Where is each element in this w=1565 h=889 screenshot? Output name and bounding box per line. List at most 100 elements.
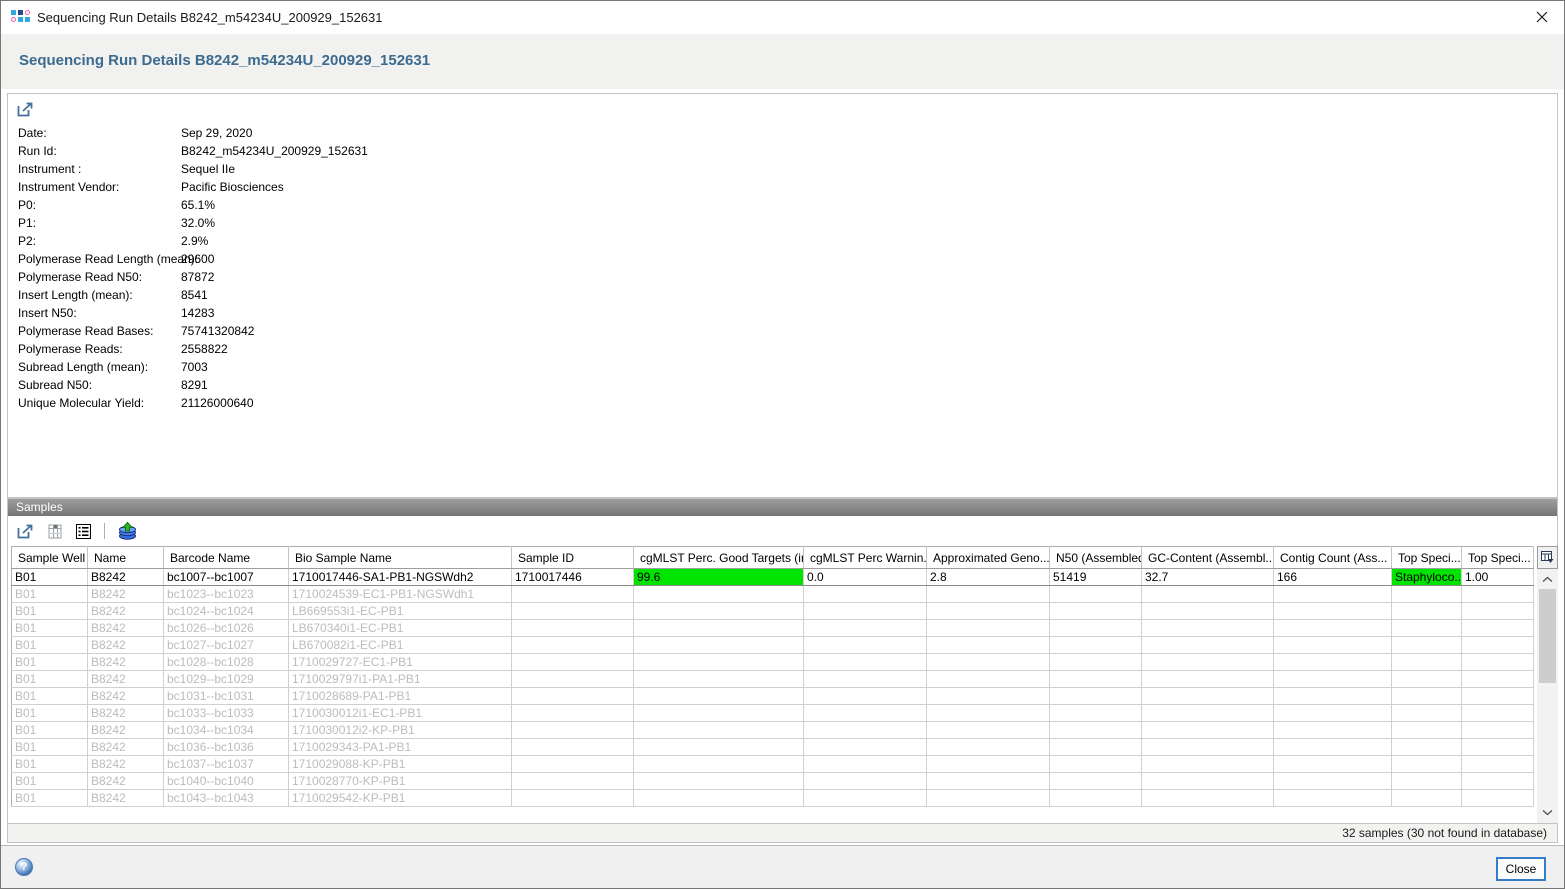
detail-field-value: 2558822 — [181, 342, 228, 356]
sample-cell: 1710029797i1-PA1-PB1 — [289, 671, 512, 688]
sample-cell — [1462, 586, 1534, 603]
sample-row[interactable]: B01B8242bc1040--bc10401710028770-KP-PB1 — [12, 773, 1534, 790]
sample-cell — [1142, 620, 1274, 637]
scrollbar-thumb[interactable] — [1539, 589, 1556, 683]
sample-cell: 1710029727-EC1-PB1 — [289, 654, 512, 671]
import-to-database-icon[interactable] — [115, 519, 140, 543]
sample-cell: B01 — [12, 773, 88, 790]
sample-cell — [1462, 739, 1534, 756]
scroll-down-icon[interactable] — [1537, 804, 1558, 821]
column-header[interactable]: Top Speci... — [1462, 547, 1534, 569]
column-header[interactable]: Bio Sample Name — [289, 547, 512, 569]
sample-cell — [634, 773, 804, 790]
sample-cell: bc1033--bc1033 — [164, 705, 289, 722]
column-header[interactable]: Sample ID — [512, 547, 634, 569]
show-row-details-icon[interactable] — [73, 521, 94, 542]
sample-cell: B8242 — [88, 705, 164, 722]
column-header[interactable]: Sample Well — [12, 547, 88, 569]
sample-cell — [1392, 705, 1462, 722]
sample-row[interactable]: B01B8242bc1033--bc10331710030012i1-EC1-P… — [12, 705, 1534, 722]
sample-row[interactable]: B01B8242bc1026--bc1026LB670340i1-EC-PB1 — [12, 620, 1534, 637]
column-config-button[interactable] — [1537, 546, 1558, 569]
sample-cell: 51419 — [1050, 569, 1142, 586]
detail-field-value: 29600 — [181, 252, 214, 266]
sample-cell — [1462, 756, 1534, 773]
sample-row[interactable]: B01B8242bc1024--bc1024LB669553i1-EC-PB1 — [12, 603, 1534, 620]
column-header[interactable]: Name — [88, 547, 164, 569]
sample-cell — [634, 705, 804, 722]
sample-cell — [804, 586, 927, 603]
column-header[interactable]: cgMLST Perc Warnin... — [804, 547, 927, 569]
sample-cell: bc1023--bc1023 — [164, 586, 289, 603]
sample-cell — [1462, 654, 1534, 671]
sample-row[interactable]: B01B8242bc1029--bc10291710029797i1-PA1-P… — [12, 671, 1534, 688]
sample-cell — [804, 637, 927, 654]
column-header[interactable]: Approximated Geno... — [927, 547, 1050, 569]
sample-row[interactable]: B01B8242bc1007--bc10071710017446-SA1-PB1… — [12, 569, 1534, 586]
column-header[interactable]: Contig Count (Ass... — [1274, 547, 1392, 569]
column-header[interactable]: GC-Content (Assembl... — [1142, 547, 1274, 569]
detail-field-value: 2.9% — [181, 234, 208, 248]
window-close-icon[interactable] — [1534, 9, 1550, 25]
sample-row[interactable]: B01B8242bc1036--bc10361710029343-PA1-PB1 — [12, 739, 1534, 756]
sample-cell — [1392, 671, 1462, 688]
sample-cell: 1710029343-PA1-PB1 — [289, 739, 512, 756]
sample-row[interactable]: B01B8242bc1043--bc10431710029542-KP-PB1 — [12, 790, 1534, 807]
detail-field-label: Insert N50: — [18, 306, 181, 320]
sample-row[interactable]: B01B8242bc1034--bc10341710030012i2-KP-PB… — [12, 722, 1534, 739]
sample-cell — [512, 654, 634, 671]
sample-cell — [1050, 705, 1142, 722]
column-header[interactable]: cgMLST Perc. Good Targets (in... — [634, 547, 804, 569]
sample-cell — [927, 790, 1050, 807]
sample-cell — [927, 637, 1050, 654]
sample-cell — [1274, 603, 1392, 620]
sample-row[interactable]: B01B8242bc1027--bc1027LB670082i1-EC-PB1 — [12, 637, 1534, 654]
sample-cell: 1.00 — [1462, 569, 1534, 586]
sample-cell: B01 — [12, 586, 88, 603]
column-header[interactable]: Top Speci... — [1392, 547, 1462, 569]
sample-cell — [1142, 705, 1274, 722]
sample-cell — [804, 654, 927, 671]
close-button[interactable]: Close — [1496, 857, 1546, 881]
sample-cell: B8242 — [88, 569, 164, 586]
sample-cell — [1392, 773, 1462, 790]
help-icon[interactable]: ? — [15, 858, 33, 876]
sample-row[interactable]: B01B8242bc1031--bc10311710028689-PA1-PB1 — [12, 688, 1534, 705]
detail-field-label: Polymerase Read Length (mean): — [18, 252, 181, 266]
sample-cell: B01 — [12, 654, 88, 671]
sample-cell — [1050, 620, 1142, 637]
sample-cell: LB670340i1-EC-PB1 — [289, 620, 512, 637]
sample-cell: B01 — [12, 722, 88, 739]
sample-cell — [1462, 790, 1534, 807]
sample-row[interactable]: B01B8242bc1023--bc10231710024539-EC1-PB1… — [12, 586, 1534, 603]
sample-cell — [1142, 790, 1274, 807]
column-header[interactable]: Barcode Name — [164, 547, 289, 569]
sample-cell — [512, 773, 634, 790]
column-header[interactable]: N50 (Assembled) — [1050, 547, 1142, 569]
sample-row[interactable]: B01B8242bc1037--bc10371710029088-KP-PB1 — [12, 756, 1534, 773]
sample-cell — [1142, 654, 1274, 671]
sample-row[interactable]: B01B8242bc1028--bc10281710029727-EC1-PB1 — [12, 654, 1534, 671]
sample-cell: 1710029088-KP-PB1 — [289, 756, 512, 773]
sample-cell — [1142, 722, 1274, 739]
sample-cell — [1392, 654, 1462, 671]
sample-cell — [512, 722, 634, 739]
vertical-scrollbar[interactable] — [1537, 569, 1558, 823]
sample-cell: bc1007--bc1007 — [164, 569, 289, 586]
copy-column-icon[interactable] — [45, 521, 65, 542]
sample-cell: B01 — [12, 637, 88, 654]
sample-cell: B8242 — [88, 688, 164, 705]
detail-field-label: Instrument Vendor: — [18, 180, 181, 194]
detail-field: Subread N50:8291 — [18, 378, 1547, 396]
sample-cell — [1274, 654, 1392, 671]
export-icon[interactable] — [14, 99, 37, 120]
sample-cell — [1050, 722, 1142, 739]
sample-cell — [1142, 671, 1274, 688]
sample-cell — [1274, 773, 1392, 790]
sample-cell — [512, 688, 634, 705]
sequencing-run-details-dialog: Sequencing Run Details B8242_m54234U_200… — [0, 0, 1565, 889]
sample-cell: bc1040--bc1040 — [164, 773, 289, 790]
export-icon[interactable] — [14, 521, 37, 542]
scroll-up-icon[interactable] — [1537, 571, 1558, 588]
detail-field: Insert Length (mean):8541 — [18, 288, 1547, 306]
